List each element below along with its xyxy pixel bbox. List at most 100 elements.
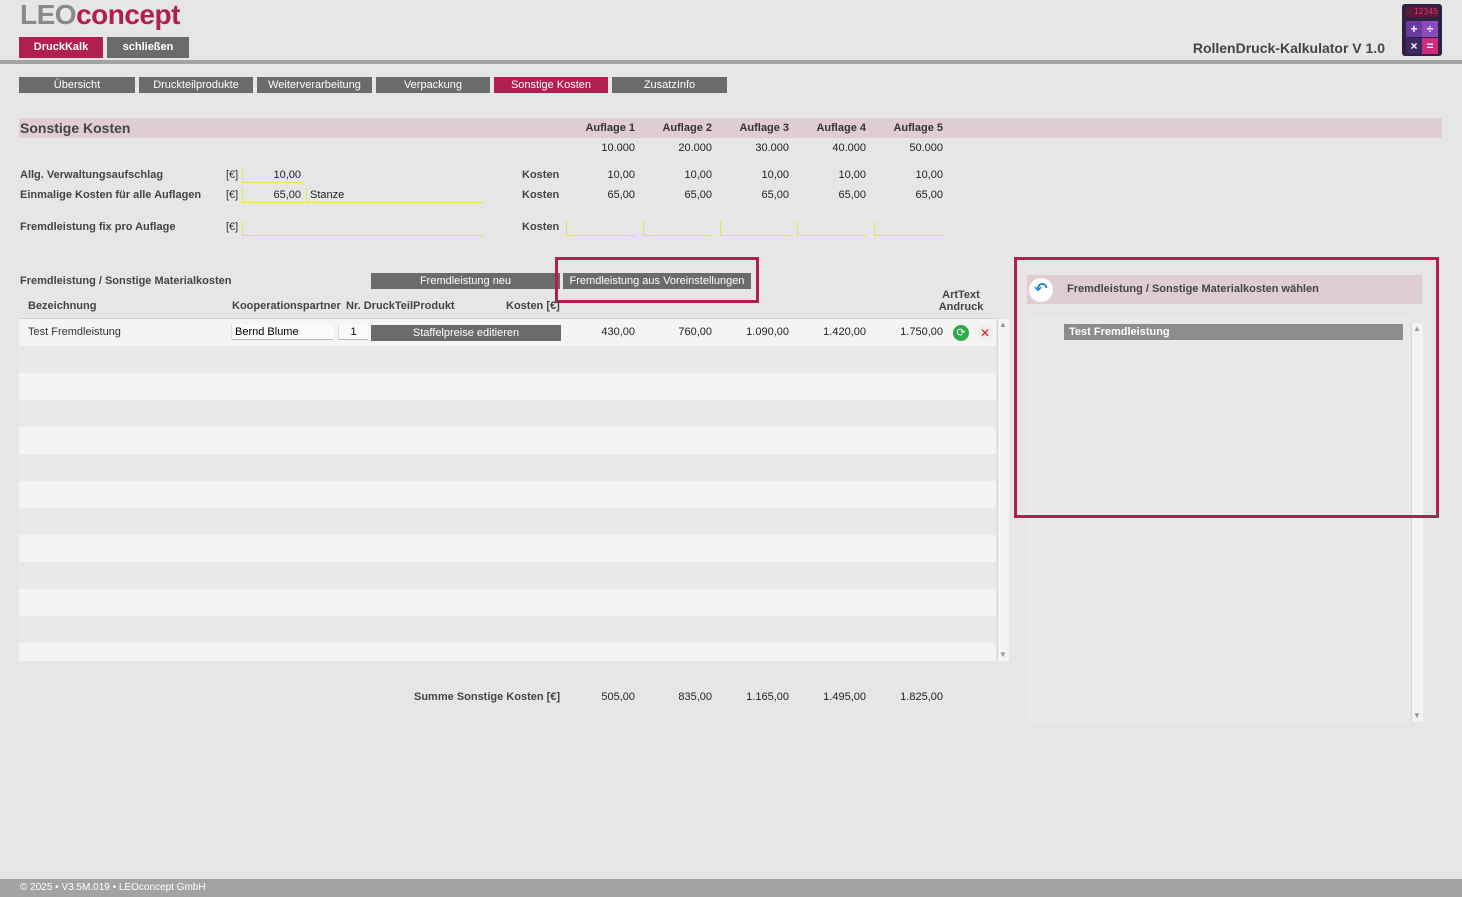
table-row — [19, 346, 996, 373]
einmalig-label: Einmalige Kosten für alle Auflagen — [20, 189, 202, 201]
fremdleistung-neu-button[interactable]: Fremdleistung neu — [371, 273, 560, 289]
summe-value: 1.825,00 — [900, 691, 943, 703]
app-logo: LEOconcept — [20, 0, 180, 30]
table-row — [19, 535, 996, 562]
fremd-fix-input[interactable] — [242, 221, 484, 236]
einmalig-cost: 65,00 — [607, 189, 635, 201]
footer: © 2025 • V3.5M.019 • LEOconcept GmbH — [0, 879, 1462, 897]
verwaltung-input[interactable] — [242, 168, 304, 183]
verwaltung-cost: 10,00 — [684, 169, 712, 181]
table-scrollbar[interactable] — [997, 319, 1009, 661]
summe-value: 1.165,00 — [746, 691, 789, 703]
einmalig-cost: 65,00 — [684, 189, 712, 201]
table-row — [19, 643, 996, 661]
summe-value: 1.495,00 — [823, 691, 866, 703]
auflage-value: 10.000 — [601, 142, 635, 154]
auflage-value: 30.000 — [755, 142, 789, 154]
verwaltung-cost: 10,00 — [915, 169, 943, 181]
logo-concept: concept — [76, 0, 180, 30]
delete-icon[interactable]: ✕ — [977, 325, 993, 341]
col-arttext: ArtText — [942, 289, 980, 301]
calc-multiply-icon: × — [1406, 38, 1422, 54]
verwaltung-cost: 10,00 — [607, 169, 635, 181]
calculator-screen: 12345 — [1406, 7, 1438, 17]
table-row — [19, 427, 996, 454]
calc-equals-icon: = — [1422, 38, 1438, 54]
tab-verpackung[interactable]: Verpackung — [376, 77, 490, 93]
tab-zusatzinfo[interactable]: ZusatzInfo — [612, 77, 727, 93]
auflage-header: Auflage 2 — [662, 122, 712, 134]
table-row — [19, 481, 996, 508]
fremdleistung-voreinstellungen-button[interactable]: Fremdleistung aus Voreinstellungen — [563, 273, 751, 289]
page-title: Sonstige Kosten — [20, 120, 131, 136]
row-nr-input[interactable] — [338, 324, 368, 340]
scroll-down-icon[interactable]: ▼ — [998, 650, 1008, 660]
summe-value: 505,00 — [601, 691, 635, 703]
fremd-fix-cost-input[interactable] — [720, 221, 790, 236]
verwaltung-label: Allg. Verwaltungsaufschlag — [20, 169, 164, 181]
summe-label: Summe Sonstige Kosten [€] — [414, 691, 561, 703]
row-cost: 1.090,00 — [746, 326, 789, 338]
table-row — [19, 616, 996, 643]
auflage-header: Auflage 1 — [585, 122, 635, 134]
einmalig-unit: [€] — [226, 189, 239, 201]
row-cost: 1.420,00 — [823, 326, 866, 338]
col-bezeichnung: Bezeichnung — [28, 300, 97, 312]
col-andruck: Andruck — [938, 301, 984, 313]
auflage-value: 20.000 — [678, 142, 712, 154]
kosten-label: Kosten — [522, 221, 560, 233]
einmalig-input[interactable] — [242, 188, 304, 203]
staffelpreise-button[interactable]: Staffelpreise editieren — [371, 325, 561, 341]
col-nr-druckteilprodukt: Nr. DruckTeilProdukt — [346, 300, 455, 312]
row-cost: 1.750,00 — [900, 326, 943, 338]
fremd-fix-label: Fremdleistung fix pro Auflage — [20, 221, 176, 233]
fremd-fix-unit: [€] — [226, 221, 239, 233]
verwaltung-unit: [€] — [226, 169, 239, 181]
einmalig-note-input[interactable] — [306, 188, 484, 203]
table-title: Fremdleistung / Sonstige Materialkosten — [20, 275, 232, 287]
fremd-fix-cost-input[interactable] — [643, 221, 713, 236]
druckkalk-button[interactable]: DruckKalk — [19, 37, 103, 58]
col-kosten: Kosten [€] — [506, 300, 560, 312]
scroll-down-icon[interactable]: ▼ — [1412, 711, 1422, 721]
highlight-frame — [1014, 257, 1439, 518]
col-kooperationspartner: Kooperationspartner — [232, 300, 341, 312]
refresh-icon[interactable]: ⟳ — [953, 325, 969, 341]
einmalig-cost: 65,00 — [838, 189, 866, 201]
auflage-header: Auflage 3 — [739, 122, 789, 134]
footer-text: © 2025 • V3.5M.019 • LEOconcept GmbH — [20, 882, 206, 893]
calc-plus-icon: + — [1406, 21, 1422, 37]
table-row — [19, 562, 996, 589]
table-row — [19, 508, 996, 535]
tab-uebersicht[interactable]: Übersicht — [19, 77, 135, 93]
auflage-value: 40.000 — [832, 142, 866, 154]
scroll-up-icon[interactable]: ▲ — [998, 320, 1008, 330]
row-cost: 760,00 — [678, 326, 712, 338]
table-row — [19, 400, 996, 427]
auflage-header: Auflage 5 — [893, 122, 943, 134]
einmalig-cost: 65,00 — [915, 189, 943, 201]
app-title: RollenDruck-Kalkulator V 1.0 — [1192, 40, 1385, 56]
calculator-icon: 12345 + ÷ × = — [1402, 4, 1442, 56]
table-row — [19, 589, 996, 616]
kosten-label: Kosten — [522, 189, 560, 201]
fremd-fix-cost-input[interactable] — [797, 221, 867, 236]
verwaltung-cost: 10,00 — [838, 169, 866, 181]
row-bezeichnung: Test Fremdleistung — [28, 326, 121, 338]
kosten-label: Kosten — [522, 169, 560, 181]
verwaltung-cost: 10,00 — [761, 169, 789, 181]
row-cost: 430,00 — [601, 326, 635, 338]
row-partner-input[interactable] — [231, 324, 333, 340]
close-button[interactable]: schließen — [107, 37, 189, 58]
tab-sonstige-kosten[interactable]: Sonstige Kosten — [494, 77, 608, 93]
auflage-value: 50.000 — [909, 142, 943, 154]
tab-weiterverarbeitung[interactable]: Weiterverarbeitung — [257, 77, 372, 93]
einmalig-cost: 65,00 — [761, 189, 789, 201]
auflage-header: Auflage 4 — [816, 122, 866, 134]
fremd-fix-cost-input[interactable] — [874, 221, 944, 236]
fremd-fix-cost-input[interactable] — [566, 221, 636, 236]
calc-divide-icon: ÷ — [1422, 21, 1438, 37]
table-row — [19, 373, 996, 400]
table-row — [19, 454, 996, 481]
tab-druckteilprodukte[interactable]: Druckteilprodukte — [139, 77, 253, 93]
